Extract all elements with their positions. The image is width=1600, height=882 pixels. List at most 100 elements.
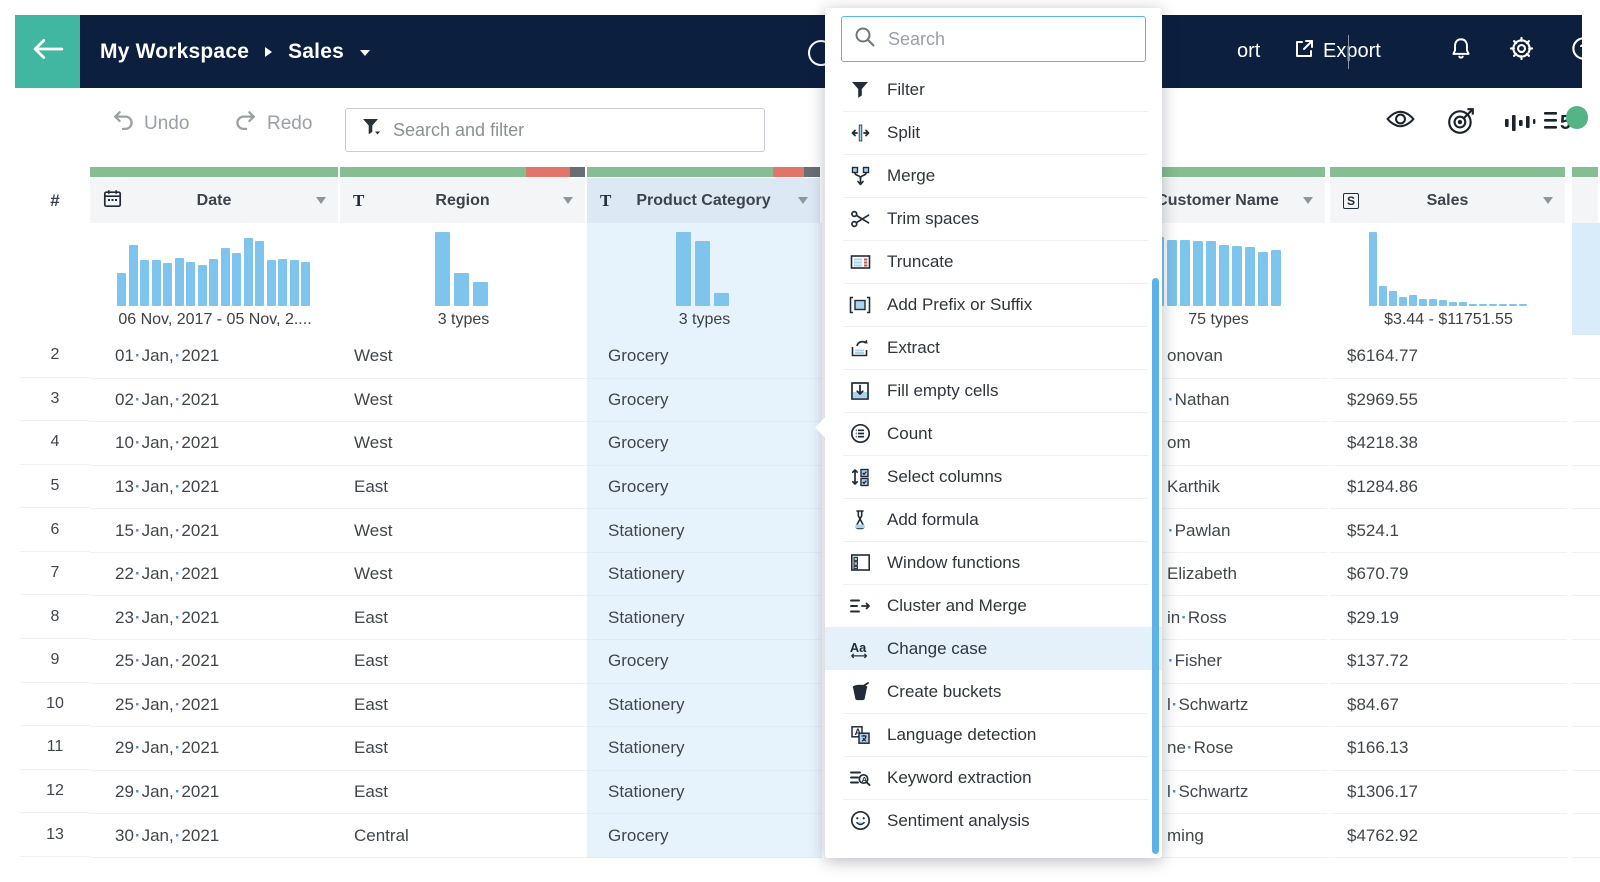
table-cell-region[interactable]: East bbox=[340, 770, 587, 815]
table-cell-partial[interactable] bbox=[1572, 640, 1600, 684]
table-cell-sales[interactable]: $2969.55 bbox=[1330, 378, 1567, 423]
table-cell-partial[interactable] bbox=[1572, 422, 1600, 466]
table-cell-category[interactable]: Stationery bbox=[587, 727, 822, 771]
column-profile-button[interactable] bbox=[1504, 112, 1536, 139]
table-cell-category[interactable]: Stationery bbox=[587, 552, 822, 597]
table-cell-category[interactable]: Stationery bbox=[587, 596, 822, 641]
table-cell-category[interactable]: Grocery bbox=[587, 640, 822, 684]
menu-item-cluster-and-merge[interactable]: Cluster and Merge bbox=[825, 584, 1162, 627]
table-cell-date[interactable]: 25 · Jan, · 2021 bbox=[90, 640, 340, 684]
column-header-date[interactable]: Date bbox=[90, 178, 338, 223]
notifications-button[interactable] bbox=[1448, 15, 1474, 88]
settings-button[interactable] bbox=[1508, 15, 1535, 88]
table-cell-sales[interactable]: $84.67 bbox=[1330, 683, 1567, 728]
table-cell-sales[interactable]: $4762.92 bbox=[1330, 814, 1567, 858]
table-cell-sales[interactable]: $6164.77 bbox=[1330, 335, 1567, 379]
table-cell-sales[interactable]: $4218.38 bbox=[1330, 422, 1567, 466]
menu-item-trim-spaces[interactable]: Trim spaces bbox=[825, 197, 1162, 240]
menu-item-add-prefix-or-suffix[interactable]: Add Prefix or Suffix bbox=[825, 283, 1162, 326]
menu-item-language-detection[interactable]: A Language detection bbox=[825, 713, 1162, 756]
menu-item-keyword-extraction[interactable]: A Keyword extraction bbox=[825, 756, 1162, 799]
table-cell-partial[interactable] bbox=[1572, 509, 1600, 553]
table-cell-date[interactable]: 29 · Jan, · 2021 bbox=[90, 770, 340, 815]
column-header-region[interactable]: T Region bbox=[340, 178, 585, 223]
column-header-sales[interactable]: S Sales bbox=[1330, 178, 1565, 223]
table-cell-date[interactable]: 02 · Jan, · 2021 bbox=[90, 378, 340, 423]
column-histogram-sales[interactable] bbox=[1330, 223, 1567, 311]
column-menu-caret[interactable] bbox=[1543, 197, 1553, 204]
search-filter-box[interactable] bbox=[345, 108, 765, 152]
column-menu-caret[interactable] bbox=[1303, 197, 1313, 204]
table-cell-partial[interactable] bbox=[1572, 770, 1600, 815]
menu-item-fill-empty-cells[interactable]: Fill empty cells bbox=[825, 369, 1162, 412]
help-button[interactable]: ? bbox=[1570, 15, 1582, 88]
table-cell-sales[interactable]: $1284.86 bbox=[1330, 465, 1567, 510]
column-menu-caret[interactable] bbox=[563, 197, 573, 204]
table-cell-partial[interactable] bbox=[1572, 378, 1600, 423]
search-filter-input[interactable] bbox=[393, 119, 723, 141]
column-menu-caret[interactable] bbox=[798, 197, 808, 204]
table-cell-category[interactable]: Grocery bbox=[587, 335, 822, 379]
column-header-partial[interactable] bbox=[1572, 178, 1598, 223]
menu-search-input[interactable] bbox=[888, 28, 1138, 50]
table-cell-partial[interactable] bbox=[1572, 683, 1600, 728]
table-cell-sales[interactable]: $137.72 bbox=[1330, 640, 1567, 684]
redo-button[interactable]: Redo bbox=[235, 110, 312, 138]
table-cell-category[interactable]: Stationery bbox=[587, 509, 822, 553]
table-cell-date[interactable]: 30 · Jan, · 2021 bbox=[90, 814, 340, 858]
menu-item-extract[interactable]: Extract bbox=[825, 326, 1162, 369]
menu-item-sentiment-analysis[interactable]: Sentiment analysis bbox=[825, 799, 1162, 842]
menu-item-filter[interactable]: Filter bbox=[825, 68, 1162, 111]
table-cell-partial[interactable] bbox=[1572, 335, 1600, 379]
table-cell-partial[interactable] bbox=[1572, 727, 1600, 771]
menu-item-change-case[interactable]: Aa Change case bbox=[825, 627, 1162, 670]
table-cell-date[interactable]: 15 · Jan, · 2021 bbox=[90, 509, 340, 553]
import-button[interactable]: ort bbox=[1237, 15, 1260, 88]
table-cell-category[interactable]: Grocery bbox=[587, 465, 822, 510]
table-cell-region[interactable]: Central bbox=[340, 814, 587, 858]
menu-item-count[interactable]: Count bbox=[825, 412, 1162, 455]
table-cell-date[interactable]: 22 · Jan, · 2021 bbox=[90, 552, 340, 597]
table-cell-region[interactable]: West bbox=[340, 335, 587, 379]
table-cell-category[interactable]: Grocery bbox=[587, 378, 822, 423]
table-cell-partial[interactable] bbox=[1572, 814, 1600, 858]
table-cell-region[interactable]: East bbox=[340, 596, 587, 641]
menu-item-merge[interactable]: Merge bbox=[825, 154, 1162, 197]
table-cell-partial[interactable] bbox=[1572, 596, 1600, 641]
column-histogram-date[interactable] bbox=[90, 223, 340, 311]
table-cell-date[interactable]: 01 · Jan, · 2021 bbox=[90, 335, 340, 379]
menu-item-split[interactable]: Split bbox=[825, 111, 1162, 154]
table-cell-date[interactable]: 25 · Jan, · 2021 bbox=[90, 683, 340, 728]
table-cell-category[interactable]: Stationery bbox=[587, 770, 822, 815]
chevron-down-icon[interactable] bbox=[359, 49, 370, 56]
table-cell-sales[interactable]: $524.1 bbox=[1330, 509, 1567, 553]
table-cell-region[interactable]: East bbox=[340, 727, 587, 771]
breadcrumb-workspace[interactable]: My Workspace bbox=[100, 40, 249, 64]
menu-item-truncate[interactable]: Truncate bbox=[825, 240, 1162, 283]
table-cell-region[interactable]: West bbox=[340, 509, 587, 553]
menu-item-select-columns[interactable]: Select columns bbox=[825, 455, 1162, 498]
back-button[interactable] bbox=[15, 15, 80, 88]
table-cell-sales[interactable]: $1306.17 bbox=[1330, 770, 1567, 815]
target-button[interactable] bbox=[1446, 106, 1476, 141]
table-cell-date[interactable]: 13 · Jan, · 2021 bbox=[90, 465, 340, 510]
table-cell-region[interactable]: East bbox=[340, 640, 587, 684]
table-cell-date[interactable]: 10 · Jan, · 2021 bbox=[90, 422, 340, 466]
table-cell-region[interactable]: West bbox=[340, 422, 587, 466]
undo-button[interactable]: Undo bbox=[112, 110, 189, 138]
export-button[interactable]: Export bbox=[1293, 15, 1381, 88]
table-cell-sales[interactable]: $166.13 bbox=[1330, 727, 1567, 771]
column-menu-caret[interactable] bbox=[316, 197, 326, 204]
table-cell-sales[interactable]: $29.19 bbox=[1330, 596, 1567, 641]
menu-scrollbar[interactable] bbox=[1152, 278, 1159, 854]
table-cell-date[interactable]: 23 · Jan, · 2021 bbox=[90, 596, 340, 641]
breadcrumb-dataset[interactable]: Sales bbox=[288, 40, 344, 64]
table-cell-date[interactable]: 29 · Jan, · 2021 bbox=[90, 727, 340, 771]
menu-search-box[interactable] bbox=[841, 16, 1146, 62]
table-cell-partial[interactable] bbox=[1572, 465, 1600, 510]
table-cell-region[interactable]: East bbox=[340, 683, 587, 728]
menu-item-add-formula[interactable]: Add formula bbox=[825, 498, 1162, 541]
column-histogram-category[interactable] bbox=[587, 223, 822, 311]
menu-item-create-buckets[interactable]: Create buckets bbox=[825, 670, 1162, 713]
table-cell-category[interactable]: Grocery bbox=[587, 422, 822, 466]
